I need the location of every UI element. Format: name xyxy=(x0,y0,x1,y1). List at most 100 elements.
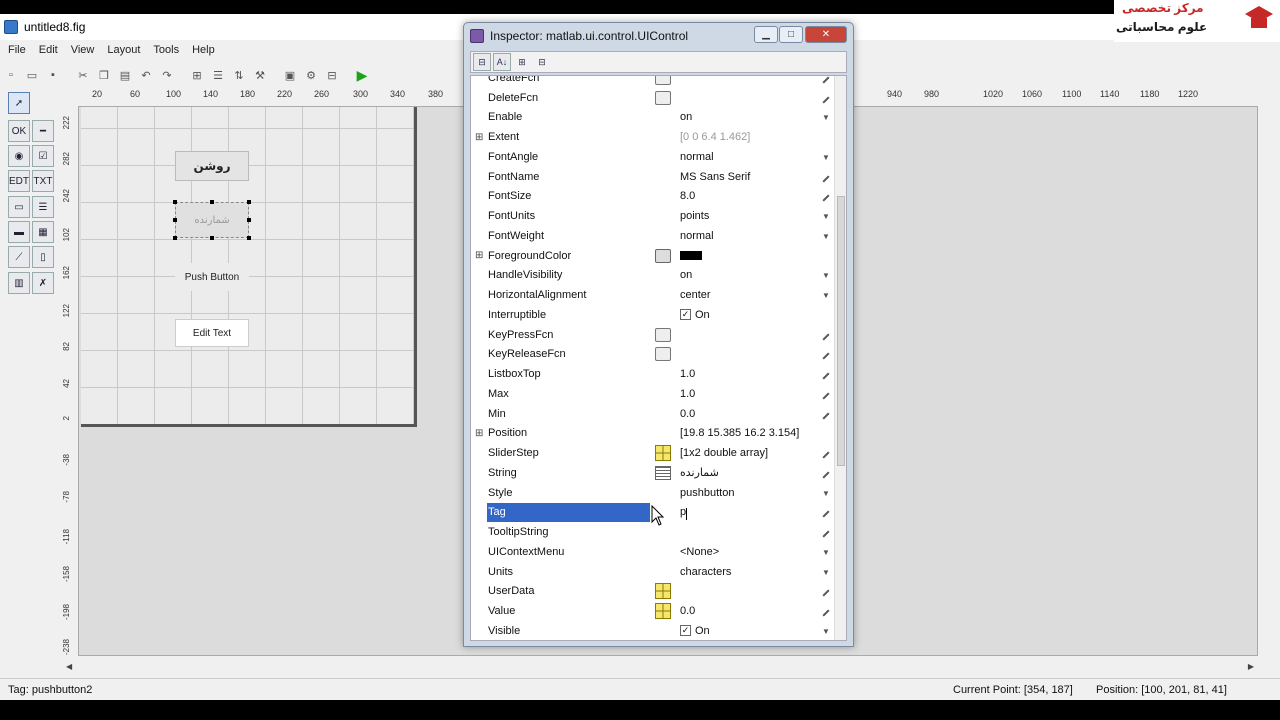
property-value[interactable]: 1.0 xyxy=(680,368,820,380)
property-name[interactable]: DeleteFcn xyxy=(488,88,651,108)
radio-button-icon[interactable]: ◉ xyxy=(8,145,30,167)
property-row-fontname[interactable]: FontName MS Sans Serif xyxy=(471,167,835,187)
pencil-icon[interactable] xyxy=(820,527,832,538)
property-inspector-icon[interactable]: ⚙ xyxy=(302,66,320,84)
run-icon[interactable]: ▶ xyxy=(353,66,371,84)
resize-handle[interactable] xyxy=(173,236,177,240)
close-button[interactable]: ✕ xyxy=(805,26,847,43)
pencil-icon[interactable] xyxy=(820,172,832,183)
activex-icon[interactable]: ✗ xyxy=(32,272,54,294)
tab-order-icon[interactable]: ⇅ xyxy=(230,66,248,84)
property-name[interactable]: FontWeight xyxy=(488,226,651,246)
property-row-units[interactable]: Units characters ▼ xyxy=(471,562,835,582)
pencil-icon[interactable] xyxy=(820,448,832,459)
checkbox-checked-icon[interactable]: ✓ xyxy=(680,625,691,637)
object-browser-icon[interactable]: ⊟ xyxy=(323,66,341,84)
collapse-all-icon[interactable]: ⊟ xyxy=(533,53,551,71)
grid-icon[interactable] xyxy=(654,603,671,620)
pencil-icon[interactable] xyxy=(820,76,832,84)
toolbar-editor-icon[interactable]: ⚒ xyxy=(251,66,269,84)
expand-all-icon[interactable]: ⊞ xyxy=(513,53,531,71)
editor-icon[interactable]: ▣ xyxy=(281,66,299,84)
property-value[interactable]: normal xyxy=(680,151,820,163)
dropdown-arrow-icon[interactable]: ▼ xyxy=(820,547,832,557)
property-name[interactable]: Interruptible xyxy=(488,305,651,325)
pencil-icon[interactable] xyxy=(820,93,832,104)
menu-layout[interactable]: Layout xyxy=(107,44,140,56)
property-row-fontunits[interactable]: FontUnits points ▼ xyxy=(471,206,835,226)
dropdown-arrow-icon[interactable]: ▼ xyxy=(820,211,832,221)
property-value[interactable]: characters xyxy=(680,566,820,578)
dropdown-arrow-icon[interactable]: ▼ xyxy=(820,567,832,577)
minimize-button[interactable]: ▁ xyxy=(754,26,778,43)
dropdown-arrow-icon[interactable]: ▼ xyxy=(820,626,832,636)
dropdown-arrow-icon[interactable]: ▼ xyxy=(820,290,832,300)
property-value[interactable]: [1x2 double array] xyxy=(680,447,820,459)
dropdown-arrow-icon[interactable]: ▼ xyxy=(820,231,832,241)
popup-menu-icon[interactable]: ▭ xyxy=(8,196,30,218)
property-value[interactable]: ✓ On xyxy=(680,625,820,637)
property-value[interactable]: 1.0 xyxy=(680,388,820,400)
property-row-enable[interactable]: Enable on ▼ xyxy=(471,108,835,128)
redo-icon[interactable]: ↷ xyxy=(158,66,176,84)
align-icon[interactable]: ⊞ xyxy=(188,66,206,84)
property-name[interactable]: FontUnits xyxy=(488,206,651,226)
property-name[interactable]: KeyPressFcn xyxy=(488,325,651,345)
pencil-icon[interactable] xyxy=(820,507,832,518)
property-value[interactable]: [19.8 15.385 16.2 3.154] xyxy=(680,427,820,439)
property-row-keypressfcn[interactable]: KeyPressFcn xyxy=(471,325,835,345)
property-row-createfcn[interactable]: CreateFcn xyxy=(471,76,835,88)
property-row-horizontalalignment[interactable]: HorizontalAlignment center ▼ xyxy=(471,285,835,305)
push-button-icon[interactable]: OK xyxy=(8,120,30,142)
menu-edit[interactable]: Edit xyxy=(39,44,58,56)
property-name[interactable]: Min xyxy=(488,404,651,424)
property-value[interactable]: [0 0 6.4 1.462] xyxy=(680,131,820,143)
property-name[interactable]: Style xyxy=(488,483,651,503)
dropdown-arrow-icon[interactable]: ▼ xyxy=(820,270,832,280)
resize-handle[interactable] xyxy=(247,218,251,222)
checkbox-icon[interactable]: ☑ xyxy=(32,145,54,167)
dropdown-arrow-icon[interactable]: ▼ xyxy=(820,112,832,122)
pencil-icon[interactable] xyxy=(820,191,832,202)
panel-icon[interactable]: ▯ xyxy=(32,246,54,268)
property-value[interactable]: شمارنده xyxy=(680,466,820,479)
undo-icon[interactable]: ↶ xyxy=(137,66,155,84)
fn-icon[interactable] xyxy=(654,347,671,362)
property-row-fontweight[interactable]: FontWeight normal ▼ xyxy=(471,226,835,246)
property-row-visible[interactable]: Visible ✓ On ▼ xyxy=(471,621,835,640)
property-row-position[interactable]: ⊞ Position [19.8 15.385 16.2 3.154] xyxy=(471,424,835,444)
pencil-icon[interactable] xyxy=(820,349,832,360)
property-name[interactable]: Value xyxy=(488,601,651,621)
resize-handle[interactable] xyxy=(247,236,251,240)
property-name[interactable]: String xyxy=(488,463,651,483)
property-name[interactable]: UserData xyxy=(488,582,651,602)
property-value[interactable]: center xyxy=(680,289,820,301)
alphabetical-sort-icon[interactable]: A↓ xyxy=(493,53,511,71)
static-text-icon[interactable]: TXT xyxy=(32,170,54,192)
new-icon[interactable]: ▫ xyxy=(2,66,20,84)
property-name[interactable]: UIContextMenu xyxy=(488,542,651,562)
on-push-button[interactable]: روشن xyxy=(175,151,249,181)
horizontal-scrollbar[interactable]: ◀ ▶ xyxy=(62,661,1258,673)
property-value[interactable]: points xyxy=(680,210,820,222)
property-row-sliderstep[interactable]: SliderStep [1x2 double array] xyxy=(471,443,835,463)
property-row-fontangle[interactable]: FontAngle normal ▼ xyxy=(471,147,835,167)
property-value[interactable]: 8.0 xyxy=(680,190,820,202)
edit-text-control[interactable]: Edit Text xyxy=(175,319,249,347)
property-name[interactable]: Enable xyxy=(488,108,651,128)
text-icon[interactable] xyxy=(654,465,671,480)
select-icon[interactable]: ➚ xyxy=(8,92,30,114)
expand-icon[interactable]: ⊞ xyxy=(475,250,484,261)
property-row-max[interactable]: Max 1.0 xyxy=(471,384,835,404)
toggle-button-icon[interactable]: ▬ xyxy=(8,221,30,243)
maximize-button[interactable]: □ xyxy=(779,26,803,43)
property-row-fontsize[interactable]: FontSize 8.0 xyxy=(471,187,835,207)
expand-icon[interactable]: ⊞ xyxy=(475,132,484,143)
pencil-icon[interactable] xyxy=(820,586,832,597)
fn-icon[interactable] xyxy=(654,90,671,105)
property-name[interactable]: FontName xyxy=(488,167,651,187)
property-name[interactable]: Units xyxy=(488,562,651,582)
cut-icon[interactable]: ✂ xyxy=(74,66,92,84)
checkbox-checked-icon[interactable]: ✓ xyxy=(680,309,691,321)
property-name[interactable]: ListboxTop xyxy=(488,364,651,384)
